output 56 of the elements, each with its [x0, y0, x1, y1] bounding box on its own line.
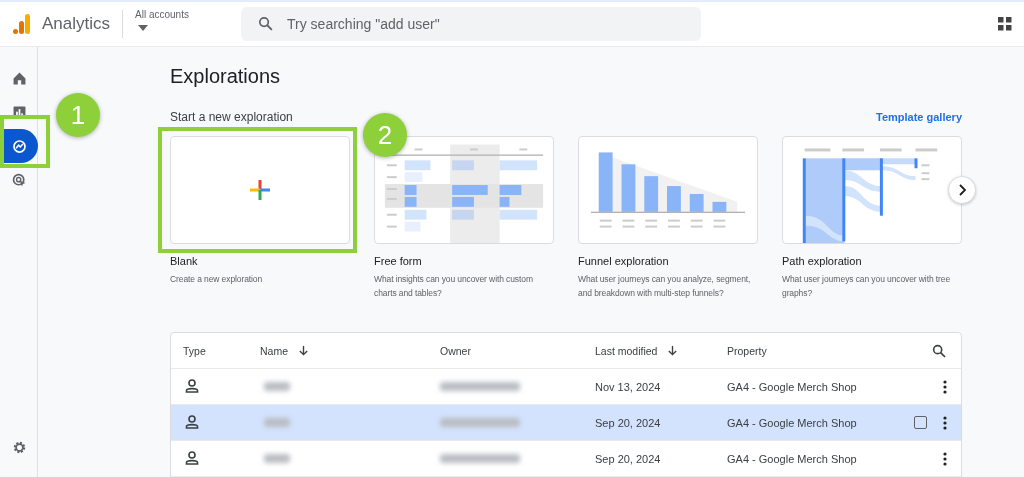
column-header[interactable]: Property: [727, 344, 767, 357]
more-options-icon[interactable]: [943, 379, 947, 394]
column-header[interactable]: Last modified: [595, 344, 658, 357]
page-title: Explorations: [170, 65, 282, 88]
funnel-bar: [644, 176, 659, 212]
more-options-icon[interactable]: [943, 451, 947, 466]
column-header[interactable]: Owner: [440, 344, 471, 357]
template-description: Create a new exploration: [170, 273, 264, 286]
funnel-bar: [712, 201, 727, 212]
checkbox[interactable]: [914, 416, 927, 429]
table-cell-text: GA4 - Google Merch Shop: [727, 416, 858, 429]
table-cell-text: Sep 20, 2024: [595, 416, 662, 429]
template-title: Free form: [374, 255, 423, 267]
search-icon: [257, 15, 275, 32]
plus-icon: [248, 178, 272, 202]
template-gallery-link[interactable]: Template gallery: [876, 111, 962, 123]
template-description: What insights can you uncover with custom charts and tables?: [374, 273, 534, 300]
template-title: Funnel exploration: [578, 255, 670, 267]
funnel-bar: [667, 186, 681, 212]
template-description: What user journeys can you analyze, segment, and breakdown with multi-step funnels?: [578, 273, 752, 300]
step-number-badge: 1: [56, 93, 100, 137]
search-icon[interactable]: [931, 342, 947, 359]
logo-icon: [12, 13, 32, 35]
person-icon: [184, 449, 200, 466]
column-header[interactable]: Name: [260, 344, 288, 357]
target-cursor-icon: [10, 171, 28, 189]
product-name: Analytics: [42, 10, 124, 38]
table-cell-text: Nov 13, 2024: [595, 380, 662, 393]
blurred-text: [264, 454, 290, 463]
section-heading: Start a new exploration: [170, 110, 293, 124]
person-icon: [184, 413, 200, 430]
arrow-down-icon[interactable]: [298, 345, 309, 356]
table-cell-text: GA4 - Google Merch Shop: [727, 380, 858, 393]
apps-grid-icon[interactable]: [998, 17, 1012, 31]
caret-icon: [138, 25, 149, 31]
highlight-frame: [0, 115, 50, 168]
funnel-bar: [598, 152, 613, 212]
template-description: What user journeys can you uncover with tree graphs?: [782, 273, 952, 300]
exploration-icon: [10, 137, 28, 155]
blurred-text: [264, 418, 290, 427]
person-icon: [184, 377, 200, 394]
table-row[interactable]: Sep 20, 2024 GA4 - Google Merch Shop: [171, 405, 961, 441]
table-row[interactable]: Sep 20, 2024 GA4 - Google Merch Shop: [171, 441, 961, 477]
template-title: Blank: [170, 255, 199, 267]
search-field[interactable]: Try searching "add user": [241, 7, 702, 41]
template-title: Path exploration: [782, 255, 863, 267]
table-cell-text: GA4 - Google Merch Shop: [727, 452, 858, 465]
chevron-right-icon: [956, 184, 968, 196]
blurred-text: [264, 382, 290, 391]
account-selector[interactable]: All accounts: [135, 9, 232, 39]
template-card[interactable]: [782, 136, 962, 244]
more-options-icon[interactable]: [943, 415, 947, 430]
arrow-down-icon[interactable]: [667, 345, 679, 356]
table-cell-text: Sep 20, 2024: [595, 452, 662, 465]
step-number-badge: 2: [363, 113, 407, 157]
column-header[interactable]: Type: [183, 344, 206, 357]
